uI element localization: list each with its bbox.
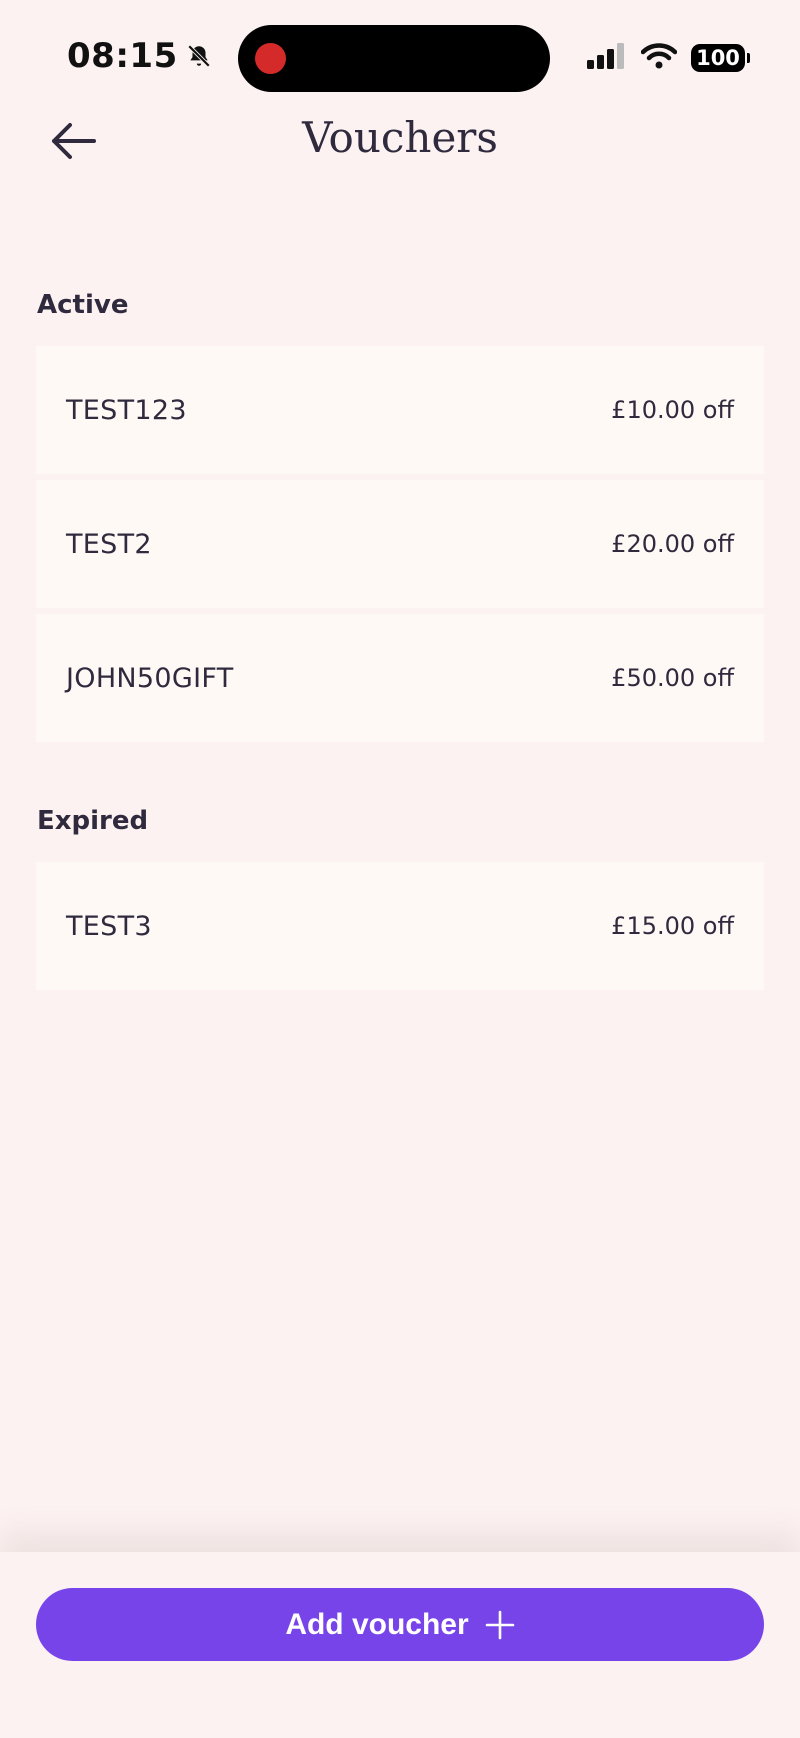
voucher-amount: £20.00 off (611, 530, 734, 558)
status-time-group: 08:15 (67, 36, 212, 76)
voucher-code: TEST3 (66, 910, 152, 942)
status-bar: 08:15 100 (0, 0, 800, 110)
cellular-signal-icon (587, 43, 627, 73)
status-time: 08:15 (67, 36, 178, 76)
recording-indicator (255, 43, 286, 74)
voucher-card[interactable]: JOHN50GIFT £50.00 off (36, 614, 764, 742)
voucher-code: TEST2 (66, 528, 152, 560)
section-heading-expired: Expired (37, 806, 149, 836)
battery-icon: 100 (691, 44, 750, 72)
add-voucher-label: Add voucher (285, 1607, 469, 1641)
voucher-code: TEST123 (66, 394, 187, 426)
wifi-icon (640, 43, 678, 73)
battery-level: 100 (696, 46, 740, 70)
voucher-amount: £15.00 off (611, 912, 734, 940)
add-voucher-button[interactable]: Add voucher (36, 1588, 764, 1661)
voucher-card-expired[interactable]: TEST3 £15.00 off (36, 862, 764, 990)
section-heading-active: Active (37, 290, 129, 320)
voucher-code: JOHN50GIFT (66, 662, 234, 694)
dynamic-island (238, 25, 550, 92)
voucher-amount: £10.00 off (611, 396, 734, 424)
bottom-action-bar: Add voucher (0, 1552, 800, 1738)
voucher-amount: £50.00 off (611, 664, 734, 692)
plus-icon (485, 1610, 515, 1640)
page-title: Vouchers (302, 113, 498, 162)
status-indicators: 100 (587, 43, 750, 73)
bell-slash-icon (186, 43, 212, 69)
voucher-card[interactable]: TEST123 £10.00 off (36, 346, 764, 474)
voucher-card[interactable]: TEST2 £20.00 off (36, 480, 764, 608)
